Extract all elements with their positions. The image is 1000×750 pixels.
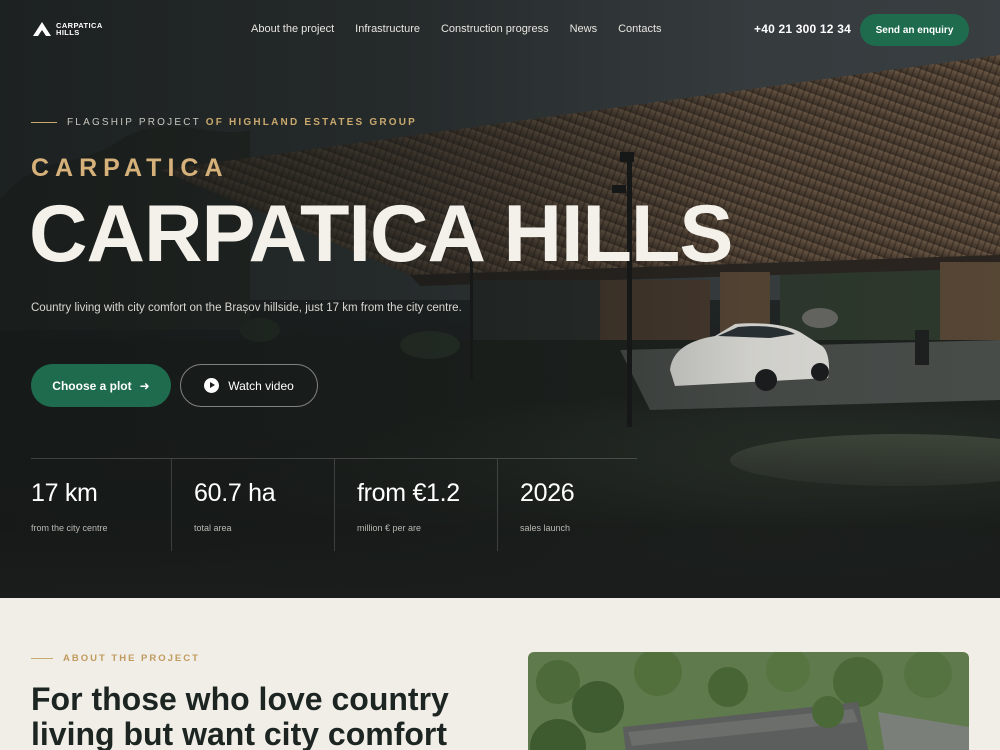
stat-value: 17 km: [31, 479, 98, 507]
send-enquiry-button[interactable]: Send an enquiry: [860, 14, 969, 46]
watch-video-button[interactable]: Watch video: [180, 364, 318, 407]
stat-label: from the city centre: [31, 523, 108, 533]
stat-distance: 17 km from the city centre: [31, 459, 171, 551]
about-section: ABOUT THE PROJECT For those who love cou…: [0, 598, 1000, 750]
stat-area: 60.7 ha total area: [194, 459, 334, 551]
stat-label: total area: [194, 523, 232, 533]
stat-label: million € per are: [357, 523, 422, 533]
nav-link-infrastructure[interactable]: Infrastructure: [355, 23, 420, 35]
stat-price: from €1.2 million € per are: [357, 459, 497, 551]
stat-label: sales launch: [520, 523, 571, 533]
play-icon: [204, 378, 220, 393]
brand-wordmark: CARPATICA HILLS: [56, 21, 103, 37]
stat-value: 2026: [520, 479, 575, 507]
stat-value: from €1.2: [357, 479, 460, 507]
eyebrow-lead: FLAGSHIP PROJECT: [67, 117, 206, 128]
nav-link-about[interactable]: About the project: [251, 23, 334, 35]
phone-number-link[interactable]: +40 21 300 12 34: [754, 22, 851, 36]
hero-section: CARPATICA HILLS About the project Infras…: [0, 0, 1000, 598]
main-menu: About the project Infrastructure Constru…: [251, 23, 683, 35]
stat-separator: [334, 459, 335, 551]
about-title: For those who love country living but wa…: [31, 681, 449, 750]
hero-eyebrow: FLAGSHIP PROJECT OF HIGHLAND ESTATES GRO…: [31, 117, 417, 128]
eyebrow-strong: OF HIGHLAND ESTATES GROUP: [205, 117, 418, 128]
eyebrow-text: FLAGSHIP PROJECT OF HIGHLAND ESTATES GRO…: [67, 117, 417, 128]
choose-plot-label: Choose a plot: [52, 378, 132, 393]
about-eyebrow-text: ABOUT THE PROJECT: [63, 653, 200, 664]
aerial-view-image: [528, 652, 969, 750]
top-navigation: CARPATICA HILLS About the project Infras…: [0, 0, 1000, 60]
nav-link-construction-progress[interactable]: Construction progress: [441, 23, 549, 35]
choose-plot-button[interactable]: Choose a plot ➜: [31, 364, 171, 407]
stat-value: 60.7 ha: [194, 479, 276, 507]
watch-video-label: Watch video: [228, 378, 294, 393]
hero-kicker: CARPATICA: [31, 154, 229, 182]
about-eyebrow-divider: [31, 658, 53, 659]
stat-separator: [497, 459, 498, 551]
arrow-right-icon: ➜: [139, 378, 150, 393]
hero-title: CARPATICA HILLS: [29, 189, 733, 279]
hero-subtitle: Country living with city comfort on the …: [31, 302, 462, 314]
stat-sales-launch: 2026 sales launch: [520, 459, 637, 551]
mountain-logo-icon: [33, 22, 51, 36]
nav-link-contacts[interactable]: Contacts: [618, 23, 661, 35]
about-eyebrow: ABOUT THE PROJECT: [31, 653, 200, 664]
eyebrow-divider: [31, 122, 57, 123]
brand-logo[interactable]: CARPATICA HILLS: [32, 19, 103, 39]
nav-link-news[interactable]: News: [570, 23, 598, 35]
brand-line-2: HILLS: [56, 28, 80, 37]
stat-separator: [171, 459, 172, 551]
